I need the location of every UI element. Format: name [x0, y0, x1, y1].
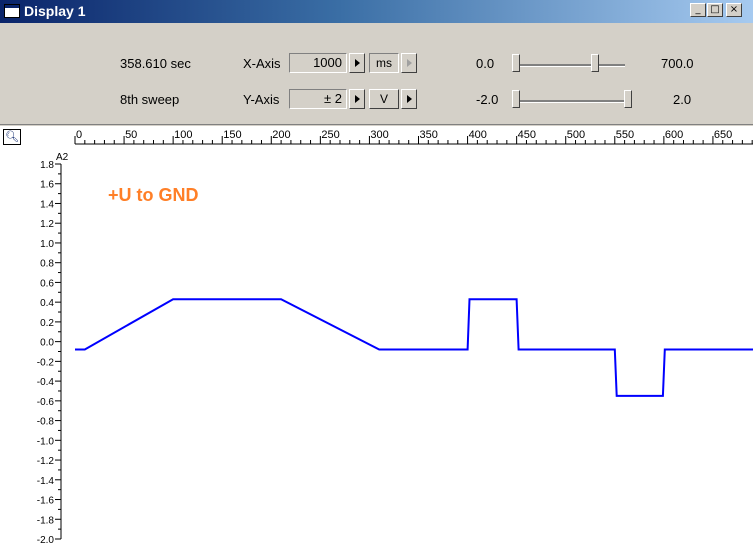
slider2-start-thumb[interactable] [512, 90, 520, 108]
y-axis-increment-button[interactable] [349, 89, 365, 109]
y-tick-label: 1.6 [40, 180, 54, 191]
x-tick-label: 250 [321, 129, 339, 141]
x-axis-unit[interactable]: ms [369, 53, 399, 73]
slider1-start-thumb[interactable] [512, 54, 520, 72]
y-tick-label: -0.6 [37, 397, 55, 408]
slider1-track[interactable] [513, 64, 625, 67]
maximize-button[interactable]: □ [707, 3, 723, 17]
y-axis-unit-button[interactable] [401, 89, 417, 109]
y-axis-unit[interactable]: V [369, 89, 399, 109]
y-axis-value-field[interactable]: ± 2 [289, 89, 347, 109]
y-tick-label: -2.0 [37, 535, 55, 546]
y-tick-label: -0.4 [37, 377, 55, 388]
x-axis-unit-button[interactable] [401, 53, 417, 73]
toolbar: 358.610 sec X-Axis 1000 ms 0.0 700.0 8th… [0, 23, 753, 125]
x-axis-label: X-Axis [243, 56, 281, 71]
y-tick-label: 1.0 [40, 239, 54, 250]
x-tick-label: 50 [125, 129, 137, 141]
x-tick-label: 150 [223, 129, 241, 141]
y-tick-label: 1.4 [40, 199, 54, 210]
y-axis-label: Y-Axis [243, 92, 280, 107]
y-tick-label: -1.4 [37, 476, 55, 487]
y-tick-label: 0.6 [40, 278, 54, 289]
x-tick-label: 600 [665, 129, 683, 141]
close-button[interactable]: × [726, 3, 742, 17]
x-tick-label: 450 [518, 129, 536, 141]
slider2-min: -2.0 [476, 92, 499, 107]
slider1-max: 700.0 [661, 56, 694, 71]
slider2-max: 2.0 [673, 92, 692, 107]
x-axis-increment-button[interactable] [349, 53, 365, 73]
x-tick-label: 650 [714, 129, 732, 141]
y-tick-label: -1.6 [37, 496, 55, 507]
y-tick-label: -0.8 [37, 417, 55, 428]
window-title: Display 1 [24, 3, 86, 19]
x-tick-label: 350 [420, 129, 438, 141]
y-tick-label: 1.8 [40, 160, 54, 171]
display-window: Display 1 _ □ × 358.610 sec X-Axis 1000 … [0, 0, 753, 548]
slider1-end-thumb[interactable] [591, 54, 599, 72]
y-tick-label: -0.2 [37, 357, 55, 368]
slider1-min: 0.0 [476, 56, 495, 71]
y-tick-label: -1.0 [37, 436, 55, 447]
window-icon [4, 4, 20, 18]
slider2-end-thumb[interactable] [624, 90, 632, 108]
magnifier-icon[interactable]: 🔍︎ [3, 129, 21, 145]
x-tick-label: 100 [174, 129, 192, 141]
signal-trace [75, 298, 753, 397]
x-tick-label: 300 [370, 129, 388, 141]
sweep-readout: 8th sweep [120, 92, 180, 107]
y-tick-label: 0.8 [40, 259, 54, 270]
time-readout: 358.610 sec [120, 56, 191, 71]
trace-annotation: +U to GND [108, 185, 199, 205]
x-tick-label: 0 [76, 129, 82, 141]
y-tick-label: 0.0 [40, 338, 54, 349]
x-tick-label: 500 [567, 129, 585, 141]
x-tick-label: 400 [469, 129, 487, 141]
x-tick-label: 550 [616, 129, 634, 141]
minimize-button[interactable]: _ [690, 3, 706, 17]
y-tick-label: 1.2 [40, 219, 54, 230]
y-tick-label: 0.4 [40, 298, 54, 309]
channel-label: A2 [56, 152, 69, 163]
x-tick-label: 200 [272, 129, 290, 141]
x-axis-value-field[interactable]: 1000 [289, 53, 347, 73]
y-tick-label: 0.2 [40, 318, 54, 329]
slider2-track[interactable] [513, 100, 625, 103]
title-bar[interactable]: Display 1 _ □ × [0, 0, 753, 23]
y-tick-label: -1.2 [37, 456, 55, 467]
y-tick-label: -1.8 [37, 515, 55, 526]
